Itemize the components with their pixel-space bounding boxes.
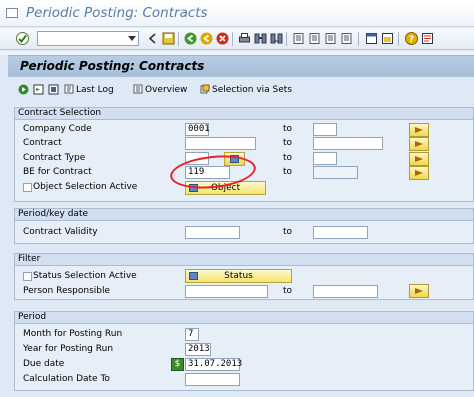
multiple-selection-button[interactable] [409, 152, 429, 166]
application-title: Periodic Posting: Contracts [20, 59, 205, 73]
month-for-posting-run-input[interactable]: 7 [185, 328, 199, 341]
to-label: to [283, 227, 293, 237]
overview-icon [133, 84, 143, 94]
period-group: Period Month for Posting Run 7 Year for … [14, 311, 474, 391]
sets-icon [200, 84, 210, 94]
previous-page-icon[interactable] [308, 32, 321, 45]
person-responsible-input[interactable] [185, 285, 268, 298]
to-label: to [283, 124, 293, 134]
svg-text:?: ? [409, 35, 414, 45]
company-code-label: Company Code [23, 124, 92, 134]
contract-validity-label: Contract Validity [23, 227, 98, 237]
back-arrow-icon[interactable] [146, 32, 159, 45]
shortcut-icon[interactable] [381, 32, 394, 45]
chevron-down-icon[interactable] [128, 36, 136, 41]
contract-type-to-input[interactable] [313, 152, 337, 165]
standard-toolbar: ? [0, 28, 474, 50]
month-for-posting-run-label: Month for Posting Run [23, 329, 123, 339]
execute-icon[interactable] [18, 84, 29, 95]
status-button[interactable]: Status [185, 269, 292, 283]
year-for-posting-run-label: Year for Posting Run [23, 344, 114, 354]
group-title: Period/key date [18, 209, 89, 219]
status-button-label: Status [224, 271, 253, 281]
be-for-contract-label: BE for Contract [23, 167, 92, 177]
to-label: to [283, 167, 293, 177]
toolbar-separator [178, 32, 179, 46]
create-session-icon[interactable] [365, 32, 378, 45]
person-responsible-label: Person Responsible [23, 286, 111, 296]
be-for-contract-to-input[interactable] [313, 166, 358, 179]
status-icon [189, 272, 198, 280]
due-date-help-icon[interactable]: $ [171, 358, 184, 371]
window-menu-icon[interactable] [6, 8, 18, 18]
due-date-label: Due date [23, 359, 65, 369]
execute-background-icon[interactable] [33, 84, 44, 95]
find-next-icon[interactable] [270, 32, 283, 45]
multiple-selection-button[interactable] [409, 284, 429, 298]
due-date-input[interactable]: 31.07.2013 [185, 358, 242, 371]
calculation-date-to-label: Calculation Date To [23, 374, 110, 384]
selection-via-sets-button[interactable]: Selection via Sets [200, 84, 292, 95]
last-log-label: Last Log [76, 85, 114, 95]
group-title: Filter [18, 254, 41, 264]
status-selection-checkbox[interactable] [23, 272, 32, 281]
window-title-bar: Periodic Posting: Contracts [0, 0, 474, 27]
selection-via-sets-label: Selection via Sets [212, 85, 293, 95]
status-selection-label: Status Selection Active [33, 271, 137, 281]
exit-icon[interactable] [200, 32, 213, 45]
log-icon [64, 84, 74, 94]
company-code-to-input[interactable] [313, 123, 337, 136]
person-responsible-to-input[interactable] [313, 285, 378, 298]
toolbar-separator [232, 32, 233, 46]
calculation-date-to-input[interactable] [185, 373, 240, 386]
help-icon[interactable]: ? [405, 32, 418, 45]
overview-label: Overview [145, 85, 188, 95]
contract-selection-group: Contract Selection Company Code 0001 to … [14, 107, 474, 202]
find-icon[interactable] [254, 32, 267, 45]
layout-icon[interactable] [421, 32, 434, 45]
save-icon[interactable] [162, 32, 175, 45]
group-header: Filter [15, 254, 473, 266]
period-key-date-group: Period/key date Contract Validity to [14, 208, 474, 244]
multiple-selection-button[interactable] [409, 137, 429, 151]
toolbar-separator [358, 32, 359, 46]
variant-icon[interactable] [48, 84, 59, 95]
contract-validity-from-input[interactable] [185, 226, 240, 239]
contract-validity-to-input[interactable] [313, 226, 368, 239]
command-field[interactable] [37, 31, 139, 46]
group-header: Contract Selection [15, 108, 473, 120]
toolbar-separator [398, 32, 399, 46]
window-title: Periodic Posting: Contracts [26, 5, 208, 21]
cancel-icon[interactable] [216, 32, 229, 45]
group-header: Period/key date [15, 209, 473, 221]
print-icon[interactable] [238, 32, 251, 45]
company-code-input[interactable]: 0001 [185, 123, 210, 136]
contract-label: Contract [23, 138, 62, 148]
group-header: Period [15, 312, 473, 324]
object-selection-checkbox[interactable] [23, 183, 32, 192]
last-log-button[interactable]: Last Log [64, 84, 114, 95]
enter-icon[interactable] [16, 32, 29, 45]
contract-to-input[interactable] [313, 137, 383, 150]
multiple-selection-button[interactable] [409, 166, 429, 180]
first-page-icon[interactable] [292, 32, 305, 45]
year-for-posting-run-input[interactable]: 2013 [185, 343, 211, 356]
contract-type-label: Contract Type [23, 153, 86, 163]
group-title: Contract Selection [18, 108, 102, 118]
last-page-icon[interactable] [340, 32, 353, 45]
overview-button[interactable]: Overview [133, 84, 187, 95]
application-title-bar: Periodic Posting: Contracts [8, 55, 474, 77]
object-selection-label: Object Selection Active [33, 182, 138, 192]
to-label: to [283, 138, 293, 148]
to-label: to [283, 153, 293, 163]
group-title: Period [18, 312, 47, 322]
back-icon[interactable] [184, 32, 197, 45]
multiple-selection-button[interactable] [409, 123, 429, 137]
contract-input[interactable] [185, 137, 256, 150]
to-label: to [283, 286, 293, 296]
next-page-icon[interactable] [324, 32, 337, 45]
filter-group: Filter Status Selection Active Status Pe… [14, 253, 474, 300]
toolbar-separator [286, 32, 287, 46]
application-toolbar: Last Log Overview Selection via Sets [8, 78, 474, 102]
